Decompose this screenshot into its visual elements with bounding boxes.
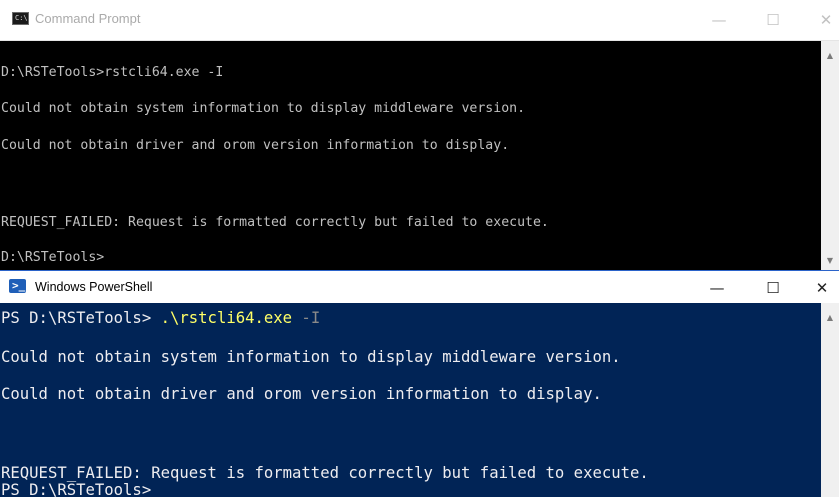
cmd-window-title: Command Prompt bbox=[35, 11, 141, 26]
ps-command-line: PS D:\RSTeTools> .\rstcli64.exe -I bbox=[1, 308, 320, 328]
scroll-up-arrow-icon[interactable]: ▲ bbox=[821, 49, 839, 63]
cmd-prompt-line: D:\RSTeTools> bbox=[1, 250, 105, 265]
cmd-output-line: Could not obtain system information to d… bbox=[1, 101, 526, 116]
cmd-output-line: Could not obtain driver and orom version… bbox=[1, 138, 510, 153]
ps-close-button[interactable]: ✕ bbox=[799, 278, 839, 298]
scroll-up-arrow-icon[interactable]: ▲ bbox=[821, 311, 839, 325]
ps-prompt-line: PS D:\RSTeTools> bbox=[1, 481, 152, 497]
ps-vertical-scrollbar[interactable]: ▲ bbox=[821, 303, 839, 497]
cmd-maximize-button[interactable]: ☐ bbox=[750, 10, 796, 30]
scroll-down-arrow-icon[interactable]: ▼ bbox=[821, 254, 839, 268]
powershell-window[interactable]: >_ Windows PowerShell — ☐ ✕ PS D:\RSTeTo… bbox=[0, 270, 839, 497]
ps-output-line: Could not obtain driver and orom version… bbox=[1, 385, 602, 403]
ps-maximize-button[interactable]: ☐ bbox=[750, 278, 796, 298]
cmd-console-output[interactable]: D:\RSTeTools>rstcli64.exe -I Could not o… bbox=[1, 41, 819, 270]
cmd-title-bar[interactable]: C:\ Command Prompt — ☐ ✕ bbox=[0, 0, 839, 41]
cmd-command-line: D:\RSTeTools>rstcli64.exe -I bbox=[1, 65, 224, 80]
cmd-error-line: REQUEST_FAILED: Request is formatted cor… bbox=[1, 215, 549, 230]
ps-minimize-button[interactable]: — bbox=[694, 278, 740, 298]
ps-parameter: -I bbox=[292, 309, 321, 327]
ps-console-output[interactable]: PS D:\RSTeTools> .\rstcli64.exe -I Could… bbox=[1, 303, 819, 497]
ps-prompt: PS D:\RSTeTools> bbox=[1, 309, 161, 327]
command-prompt-window[interactable]: C:\ Command Prompt — ☐ ✕ D:\RSTeTools>rs… bbox=[0, 0, 839, 270]
ps-title-bar[interactable]: >_ Windows PowerShell — ☐ ✕ bbox=[0, 271, 839, 303]
ps-output-line: Could not obtain system information to d… bbox=[1, 348, 621, 366]
ps-command: .\rstcli64.exe bbox=[160, 309, 293, 327]
command-prompt-icon: C:\ bbox=[12, 12, 29, 25]
powershell-icon: >_ bbox=[9, 279, 26, 293]
cmd-close-button[interactable]: ✕ bbox=[803, 10, 839, 30]
cmd-minimize-button[interactable]: — bbox=[696, 10, 742, 30]
cmd-vertical-scrollbar[interactable]: ▲ ▼ bbox=[821, 41, 839, 270]
ps-window-title: Windows PowerShell bbox=[35, 280, 153, 294]
